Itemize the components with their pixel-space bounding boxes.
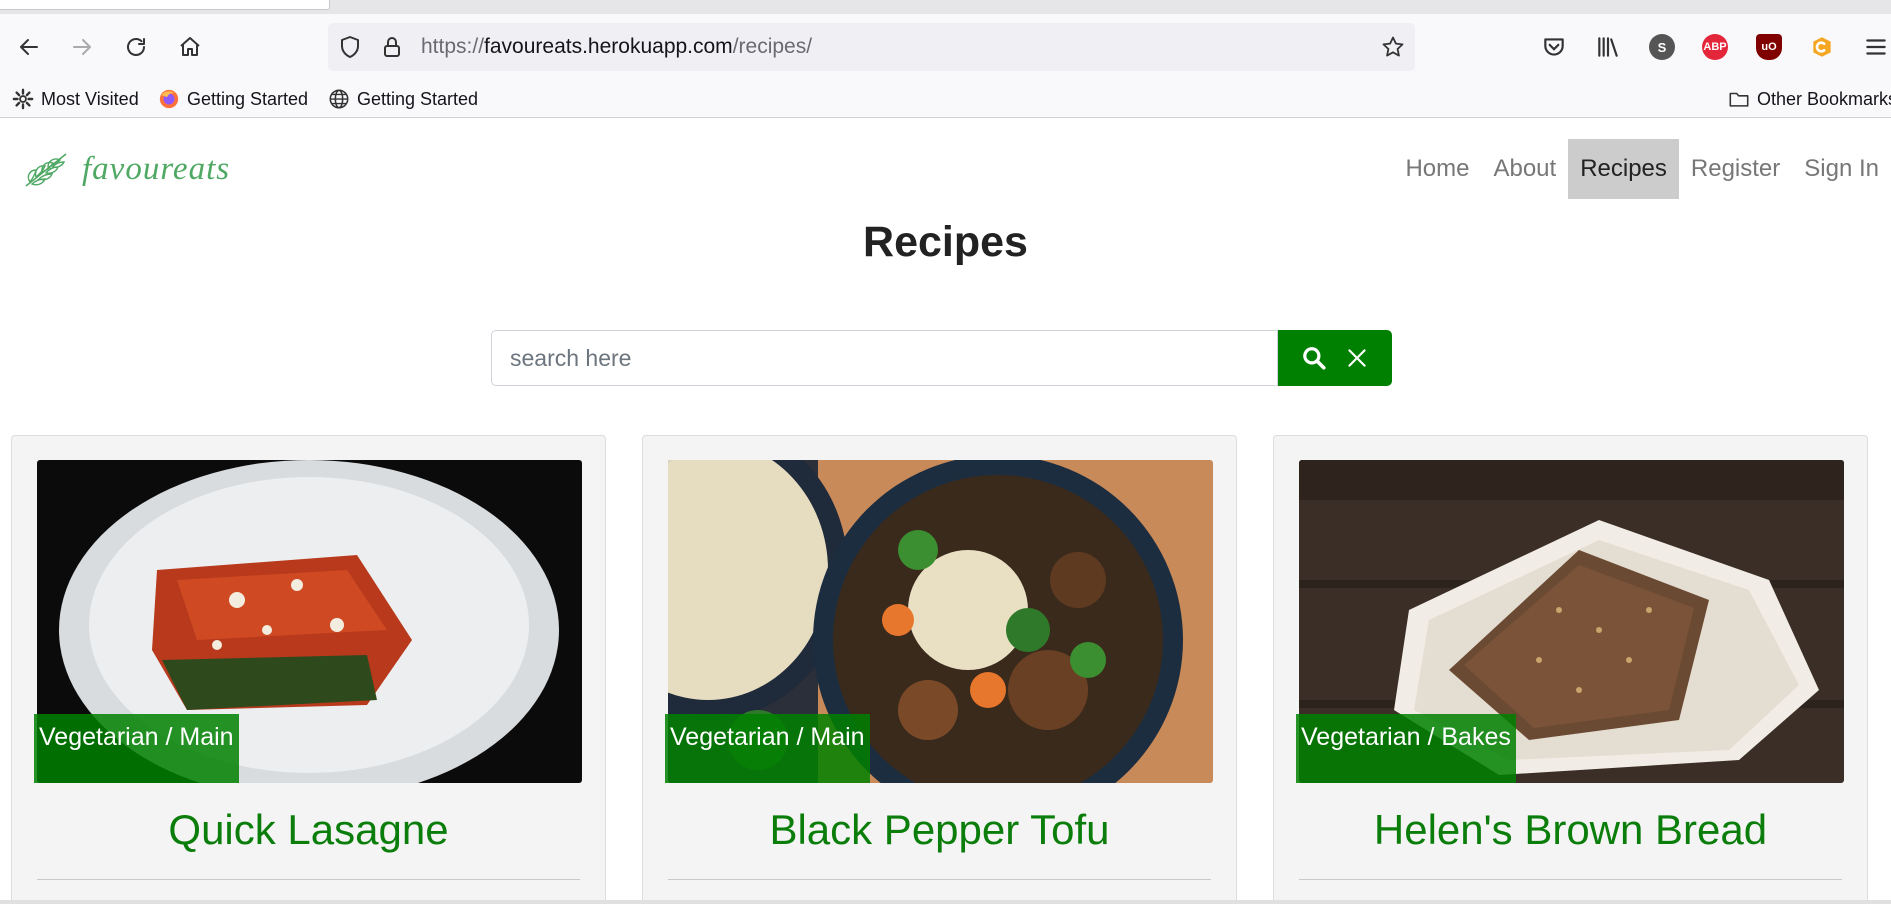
other-bookmarks-label: Other Bookmarks xyxy=(1757,88,1891,109)
close-icon xyxy=(1347,349,1366,367)
url-text[interactable]: https://favoureats.herokuapp.com/recipes… xyxy=(421,35,812,59)
bookmark-label: Getting Started xyxy=(187,88,309,109)
bookmark-getting-started-globe[interactable]: Getting Started xyxy=(328,88,478,110)
recipe-title[interactable]: Black Pepper Tofu xyxy=(643,806,1236,854)
gear-icon xyxy=(12,88,34,110)
bookmarks-toolbar: Most Visited Getting Started Getting Sta… xyxy=(0,80,1891,118)
recipe-category-tag: Vegetarian / Bakes xyxy=(1296,714,1516,783)
reload-icon xyxy=(127,38,145,56)
other-bookmarks[interactable]: Other Bookmarks xyxy=(1728,88,1891,110)
bookmark-getting-started-firefox[interactable]: Getting Started xyxy=(158,88,308,110)
pocket-icon[interactable] xyxy=(1540,33,1568,61)
nav-home[interactable]: Home xyxy=(1393,139,1481,199)
browser-toolbar: https://favoureats.herokuapp.com/recipes… xyxy=(0,14,1891,80)
card-divider xyxy=(37,879,580,880)
ublock-origin-icon[interactable]: uO xyxy=(1755,33,1783,61)
url-host: favoureats.herokuapp.com xyxy=(484,35,733,58)
search-input[interactable] xyxy=(491,330,1278,386)
menu-icon[interactable] xyxy=(1862,33,1890,61)
bookmark-label: Getting Started xyxy=(357,88,479,109)
home-button[interactable] xyxy=(170,27,210,67)
recipe-card-list: Vegetarian / Main Quick Lasagne Vegetari… xyxy=(11,435,1868,904)
horizontal-scrollbar[interactable] xyxy=(0,900,1891,904)
site-logo[interactable]: favoureats xyxy=(22,148,230,190)
bookmark-label: Most Visited xyxy=(41,88,139,109)
search-form xyxy=(491,330,1392,386)
recipe-card[interactable]: Vegetarian / Bakes Helen's Brown Bread xyxy=(1273,435,1868,904)
s-extension-icon[interactable]: S xyxy=(1648,33,1676,61)
logo-text: favoureats xyxy=(82,150,231,187)
lock-icon[interactable] xyxy=(380,35,404,59)
recipe-category-tag: Vegetarian / Main xyxy=(34,714,239,783)
forward-arrow-icon xyxy=(73,39,91,55)
recipe-card[interactable]: Vegetarian / Main Black Pepper Tofu xyxy=(642,435,1237,904)
bookmark-star-icon[interactable] xyxy=(1381,35,1405,59)
address-bar[interactable]: https://favoureats.herokuapp.com/recipes… xyxy=(328,23,1415,71)
search-button-group xyxy=(1278,330,1392,386)
active-tab[interactable] xyxy=(0,0,330,10)
globe-icon xyxy=(328,88,350,110)
bookmark-most-visited[interactable]: Most Visited xyxy=(12,88,139,110)
recipe-card[interactable]: Vegetarian / Main Quick Lasagne xyxy=(11,435,606,904)
page-content: favoureats Home About Recipes Register S… xyxy=(0,118,1891,904)
back-button[interactable] xyxy=(9,27,49,67)
leaf-logo-icon xyxy=(25,153,67,187)
forward-button[interactable] xyxy=(62,27,102,67)
nav-sign-in[interactable]: Sign In xyxy=(1792,139,1891,199)
recipe-title[interactable]: Quick Lasagne xyxy=(12,806,605,854)
recipe-category-tag: Vegetarian / Main xyxy=(665,714,870,783)
shield-icon[interactable] xyxy=(338,35,362,59)
home-icon xyxy=(180,37,200,56)
reload-button[interactable] xyxy=(116,27,156,67)
tab-strip xyxy=(0,0,1891,14)
abp-badge: ABP xyxy=(1702,34,1728,60)
card-divider xyxy=(1299,879,1842,880)
folder-icon xyxy=(1728,88,1750,110)
url-scheme: https:// xyxy=(421,35,485,58)
nav-about[interactable]: About xyxy=(1481,139,1568,199)
recipe-category-label: Vegetarian / Main xyxy=(39,723,234,751)
nav-register[interactable]: Register xyxy=(1679,139,1792,199)
search-button[interactable] xyxy=(1300,344,1328,372)
firefox-icon xyxy=(158,88,180,110)
url-path: /recipes/ xyxy=(732,35,813,58)
nav-recipes[interactable]: Recipes xyxy=(1568,139,1679,199)
card-divider xyxy=(668,879,1211,880)
page-title: Recipes xyxy=(863,218,1028,266)
recipe-title[interactable]: Helen's Brown Bread xyxy=(1274,806,1867,854)
site-navigation: Home About Recipes Register Sign In xyxy=(1393,139,1891,199)
search-icon xyxy=(1302,347,1326,370)
back-arrow-icon xyxy=(20,39,38,55)
recipe-category-label: Vegetarian / Main xyxy=(670,723,865,751)
ublock-badge: uO xyxy=(1756,34,1782,60)
recipe-category-label: Vegetarian / Bakes xyxy=(1301,723,1511,751)
adblock-plus-icon[interactable]: ABP xyxy=(1701,33,1729,61)
orange-extension-icon[interactable] xyxy=(1808,33,1836,61)
library-icon[interactable] xyxy=(1594,33,1622,61)
clear-search-button[interactable] xyxy=(1343,344,1371,372)
s-extension-badge: S xyxy=(1649,34,1675,60)
